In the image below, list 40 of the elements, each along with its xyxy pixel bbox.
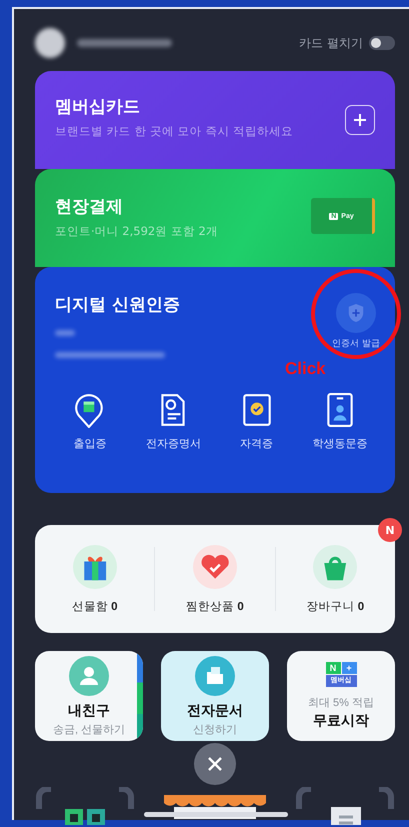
bag-icon (313, 544, 358, 588)
id-item[interactable]: 학생동문증 (304, 392, 375, 451)
card-title: 현장결제 (55, 196, 124, 218)
toggle-switch[interactable] (369, 36, 395, 50)
close-icon (207, 756, 223, 772)
close-button[interactable] (194, 743, 236, 785)
quick-menu-item[interactable]: 장바구니 0 (276, 544, 395, 614)
gift-icon (72, 544, 117, 588)
click-annotation: Click (285, 359, 326, 379)
membership-card[interactable]: 멤버십카드 브랜드별 카드 한 곳에 모아 즉시 적립하세요 (35, 71, 395, 169)
tile-subtitle: 최대 5% 적립 (308, 696, 374, 710)
issue-label: 인증서 발급 (332, 338, 380, 350)
shield-icon (347, 303, 365, 323)
card-subtitle: 포인트·머니 2,592원 포함 2개 (55, 224, 218, 239)
quick-menu-item[interactable]: 찜한상품 0 (155, 544, 275, 614)
tile-title: 내친구 (68, 702, 110, 720)
person-icon (69, 656, 109, 696)
id-item[interactable]: 출입증 (55, 392, 125, 451)
id-label: 자격증 (240, 437, 274, 451)
toggle-label: 카드 펼치기 (299, 34, 363, 52)
tile-subtitle: 신청하기 (193, 722, 237, 736)
id-item[interactable]: 전자증명서 (138, 392, 208, 451)
quick-menu-item[interactable]: 선물함 0 (35, 544, 154, 614)
card-title: 멤버십카드 (55, 96, 141, 118)
card-title: 디지털 신원인증 (55, 294, 180, 316)
tile-subtitle: 송금, 선물하기 (52, 722, 126, 736)
avatar[interactable] (35, 28, 65, 58)
id-item[interactable]: 자격증 (222, 392, 292, 451)
tile-title: 무료시작 (313, 712, 369, 730)
id-label: 학생동문증 (312, 437, 368, 451)
plus-icon (353, 113, 367, 127)
card-subtitle: 브랜드별 카드 한 곳에 모아 즉시 적립하세요 (55, 124, 293, 139)
id-label: 출입증 (74, 437, 106, 451)
folder-icon (195, 656, 235, 696)
id-label: 전자증명서 (146, 437, 201, 451)
new-badge: N (378, 518, 402, 542)
shortcut-tile[interactable]: 전자문서 신청하기 (161, 651, 269, 741)
add-button[interactable] (345, 105, 375, 135)
shortcut-tile[interactable]: 내친구 송금, 선물하기 (35, 651, 143, 741)
tile-title: 전자문서 (187, 702, 243, 720)
